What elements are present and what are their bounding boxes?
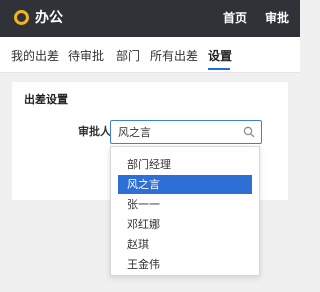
approver-dropdown: 部门经理 风之言 张一一 邓红娜 赵琪 王金伟 bbox=[110, 146, 260, 276]
approver-select[interactable]: 风之言 bbox=[110, 120, 262, 144]
dropdown-option-selected[interactable]: 风之言 bbox=[118, 175, 252, 194]
tab-my-trips[interactable]: 我的出差 bbox=[11, 48, 59, 64]
nav-approval-link[interactable]: 审批 bbox=[265, 9, 289, 27]
search-icon bbox=[243, 126, 255, 138]
approver-select-value: 风之言 bbox=[118, 126, 151, 139]
section-title: 出差设置 bbox=[24, 93, 68, 106]
nav-home-link[interactable]: 首页 bbox=[223, 9, 247, 27]
active-tab-indicator bbox=[208, 68, 230, 70]
dropdown-option[interactable]: 部门经理 bbox=[118, 155, 252, 174]
approver-label: 审批人 bbox=[78, 125, 111, 138]
app-title: 办公 bbox=[35, 10, 63, 26]
dropdown-option[interactable]: 王金伟 bbox=[118, 255, 252, 274]
dropdown-option[interactable]: 赵琪 bbox=[118, 235, 252, 254]
ring-logo-icon bbox=[14, 10, 29, 25]
dropdown-option[interactable]: 邓红娜 bbox=[118, 215, 252, 234]
dropdown-option[interactable]: 张一一 bbox=[118, 195, 252, 214]
tab-pending-approval[interactable]: 待审批 bbox=[68, 48, 104, 64]
tab-department[interactable]: 部门 bbox=[116, 48, 140, 64]
tab-all-trips[interactable]: 所有出差 bbox=[150, 48, 198, 64]
tab-bar: 我的出差 待审批 部门 所有出差 设置 bbox=[0, 37, 300, 73]
tab-settings[interactable]: 设置 bbox=[208, 48, 232, 64]
top-bar: 办公 首页 审批 bbox=[0, 0, 300, 37]
